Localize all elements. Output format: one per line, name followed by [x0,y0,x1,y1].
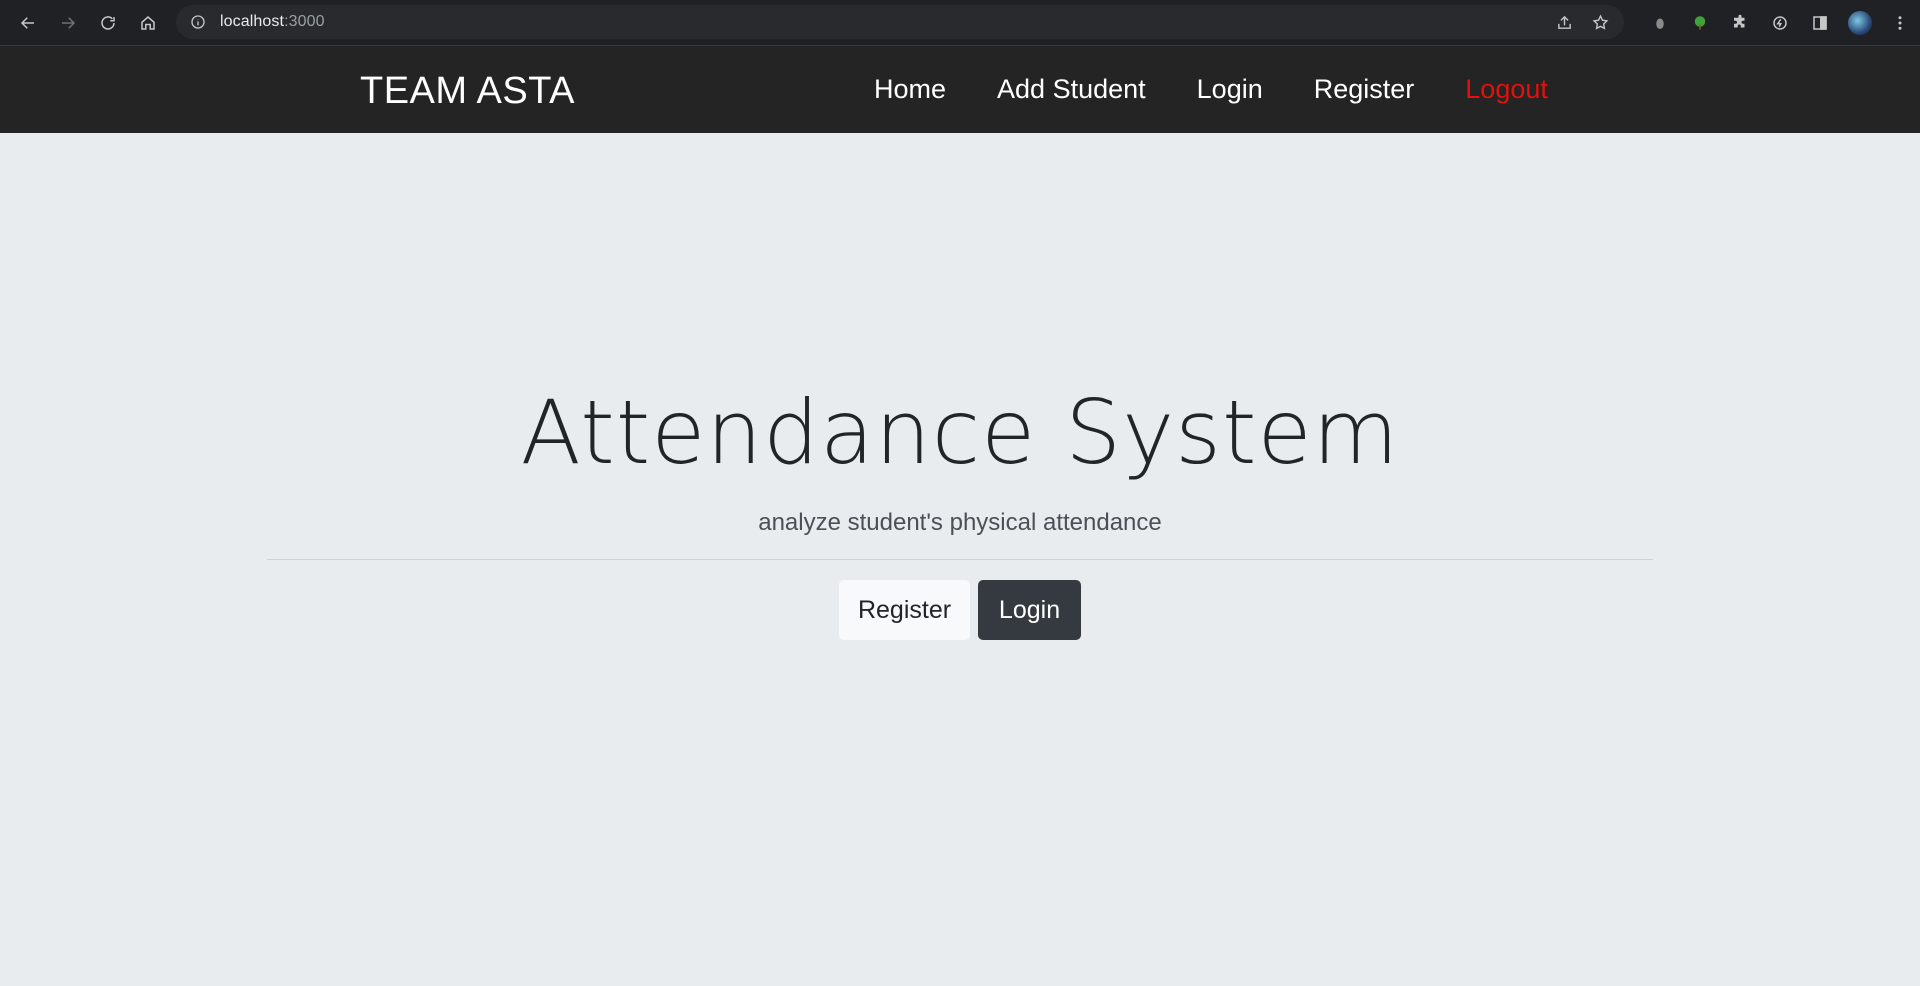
back-icon[interactable] [8,0,48,45]
nav-logout-link[interactable]: Logout [1465,74,1548,105]
side-panel-icon[interactable] [1800,0,1840,45]
nav-add-student-link[interactable]: Add Student [997,74,1146,105]
hero-actions: Register Login [267,580,1653,640]
address-bar[interactable]: localhost:3000 [176,5,1624,39]
login-button[interactable]: Login [978,580,1081,640]
reload-icon[interactable] [88,0,128,45]
home-icon[interactable] [128,0,168,45]
extension-gray-icon[interactable] [1640,0,1680,45]
page-subtitle: analyze student's physical attendance [758,509,1162,536]
browser-toolbar: localhost:3000 [0,0,1920,45]
nav-links: Home Add Student Login Register Logout [874,74,1548,105]
bolt-circle-icon[interactable] [1760,0,1800,45]
nav-register-link[interactable]: Register [1314,74,1415,105]
browser-menu-icon[interactable] [1880,0,1920,45]
page-title: Attendance System [520,381,1400,484]
register-button[interactable]: Register [839,580,970,640]
forward-icon[interactable] [48,0,88,45]
nav-login-link[interactable]: Login [1197,74,1263,105]
site-info-icon[interactable] [190,14,206,30]
share-icon[interactable] [1548,5,1580,39]
brand-link[interactable]: TEAM ASTA [360,70,575,113]
nav-home-link[interactable]: Home [874,74,946,105]
profile-avatar[interactable] [1840,0,1880,45]
divider [267,559,1653,560]
extensions-puzzle-icon[interactable] [1720,0,1760,45]
url-text: localhost:3000 [220,13,325,30]
bookmark-star-icon[interactable] [1584,5,1616,39]
app-navbar: TEAM ASTA Home Add Student Login Registe… [0,45,1920,133]
tree-extension-icon[interactable] [1680,0,1720,45]
